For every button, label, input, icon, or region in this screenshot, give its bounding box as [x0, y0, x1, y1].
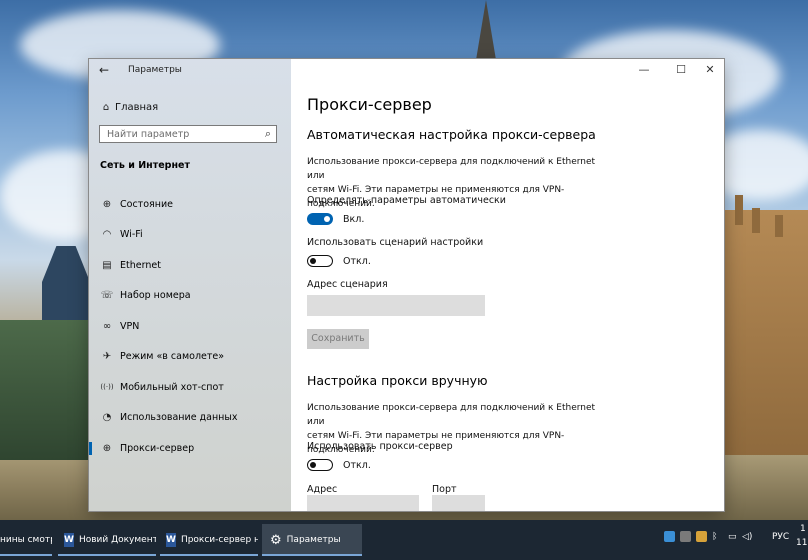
language-indicator[interactable]: РУС: [772, 532, 789, 542]
sidebar-item-label: Мобильный хот-спот: [120, 381, 224, 393]
sidebar-item-airplane[interactable]: ✈ Режим «в самолете»: [89, 342, 291, 373]
script-toggle[interactable]: [307, 255, 333, 267]
manual-desc-line1: Использование прокси-сервера для подключ…: [307, 403, 596, 427]
search-input[interactable]: Найти параметр ⌕: [99, 125, 277, 143]
sidebar-item-globe[interactable]: ⊕ Состояние: [89, 189, 291, 220]
word-icon: W: [64, 533, 74, 547]
wifi-icon: ◠: [102, 229, 112, 241]
sidebar-item-label: Набор номера: [120, 290, 191, 302]
sidebar-item-ethernet[interactable]: ▤ Ethernet: [89, 250, 291, 281]
detect-toggle[interactable]: [307, 213, 333, 225]
auto-desc-line1: Использование прокси-сервера для подключ…: [307, 157, 596, 181]
sidebar-item-label: Режим «в самолете»: [120, 351, 225, 363]
close-button[interactable]: ✕: [695, 62, 725, 78]
script-label: Использовать сценарий настройки: [307, 237, 484, 248]
save-button[interactable]: Сохранить: [307, 329, 369, 349]
use-proxy-state: Откл.: [343, 460, 371, 471]
title-bar: ← Параметры — ☐ ✕: [89, 59, 724, 81]
taskbar: нины смотре... W Новий Документ ... W Пр…: [0, 520, 808, 560]
use-proxy-toggle[interactable]: [307, 459, 333, 471]
auto-heading: Автоматическая настройка прокси-сервера: [307, 127, 596, 142]
script-state: Откл.: [343, 256, 371, 267]
home-icon: ⌂: [102, 101, 110, 113]
taskbar-item-label: Новий Документ ...: [78, 535, 156, 545]
data-usage-icon: ◔: [102, 412, 112, 424]
taskbar-item-label: нины смотре...: [0, 535, 52, 545]
hotspot-icon: ((·)): [100, 383, 114, 392]
minimize-button[interactable]: —: [629, 62, 659, 78]
content-pane: Прокси-сервер Автоматическая настройка п…: [291, 59, 724, 511]
search-placeholder: Найти параметр: [107, 129, 190, 140]
sidebar-item-label: Прокси-сервер: [120, 442, 195, 454]
detect-state: Вкл.: [343, 214, 365, 225]
taskbar-item-word-1[interactable]: W Новий Документ ...: [58, 524, 156, 556]
taskbar-item-label: Прокси-сервер не...: [180, 535, 258, 545]
script-address-input[interactable]: [307, 295, 485, 316]
sidebar-item-label: Wi-Fi: [120, 229, 143, 241]
gear-icon: ⚙: [270, 532, 282, 548]
taskbar-item-word-2[interactable]: W Прокси-сервер не...: [160, 524, 258, 556]
manual-heading: Настройка прокси вручную: [307, 373, 488, 388]
nav-home-label: Главная: [115, 101, 159, 113]
proxy-address-input[interactable]: [307, 495, 419, 511]
window-title: Параметры: [128, 65, 182, 75]
maximize-button[interactable]: ☐: [666, 62, 696, 78]
tray-app-icon-2[interactable]: [696, 531, 707, 542]
volume-icon[interactable]: ◁): [742, 532, 752, 542]
sidebar-item-label: Состояние: [120, 198, 173, 210]
sidebar-item-label: Использование данных: [120, 412, 238, 424]
proxy-port-input[interactable]: [432, 495, 485, 511]
taskbar-item-label: Параметры: [286, 535, 341, 545]
sidebar-item-wifi[interactable]: ◠ Wi-Fi: [89, 220, 291, 251]
sidebar: ⌂ Главная Найти параметр ⌕ Сеть и Интерн…: [89, 59, 291, 511]
search-icon[interactable]: ⌕: [265, 127, 271, 141]
taskbar-item-settings[interactable]: ⚙ Параметры: [262, 524, 362, 556]
clock-time[interactable]: 1: [800, 524, 806, 534]
clock-date[interactable]: 11.1: [796, 538, 808, 548]
sidebar-section-title: Сеть и Интернет: [100, 160, 190, 171]
word-icon: W: [166, 533, 176, 547]
skype-icon[interactable]: [664, 531, 675, 542]
page-title: Прокси-сервер: [307, 95, 432, 114]
nav-home[interactable]: ⌂ Главная: [99, 99, 158, 115]
proxy-port-label: Порт: [432, 484, 457, 495]
sidebar-item-dialup[interactable]: ☏ Набор номера: [89, 281, 291, 312]
sidebar-item-label: Ethernet: [120, 259, 161, 271]
sidebar-item-data-usage[interactable]: ◔ Использование данных: [89, 403, 291, 434]
sidebar-item-hotspot[interactable]: ((·)) Мобильный хот-спот: [89, 372, 291, 403]
ethernet-icon: ▤: [102, 259, 112, 271]
dialup-icon: ☏: [100, 290, 114, 302]
sidebar-nav: ⊕ Состояние ◠ Wi-Fi ▤ Ethernet ☏ Набор номера ∞ V…: [89, 189, 291, 464]
sidebar-item-vpn[interactable]: ∞ VPN: [89, 311, 291, 342]
back-arrow-icon[interactable]: ←: [99, 63, 109, 77]
airplane-icon: ✈: [102, 351, 112, 363]
tray-app-icon[interactable]: [680, 531, 691, 542]
proxy-address-label: Адрес: [307, 484, 338, 495]
sidebar-item-proxy[interactable]: ⊕ Прокси-сервер: [89, 433, 291, 464]
sidebar-item-label: VPN: [120, 320, 140, 332]
detect-label: Определять параметры автоматически: [307, 195, 506, 206]
script-address-label: Адрес сценария: [307, 279, 388, 290]
taskbar-item-chrome[interactable]: нины смотре...: [0, 524, 52, 556]
network-icon[interactable]: ▭: [728, 532, 737, 542]
vpn-icon: ∞: [102, 320, 112, 332]
globe-icon: ⊕: [102, 198, 112, 210]
bluetooth-icon[interactable]: ᛒ: [712, 532, 717, 542]
proxy-icon: ⊕: [102, 442, 112, 454]
settings-window: ⌂ Главная Найти параметр ⌕ Сеть и Интерн…: [89, 59, 724, 511]
use-proxy-label: Использовать прокси-сервер: [307, 441, 453, 452]
